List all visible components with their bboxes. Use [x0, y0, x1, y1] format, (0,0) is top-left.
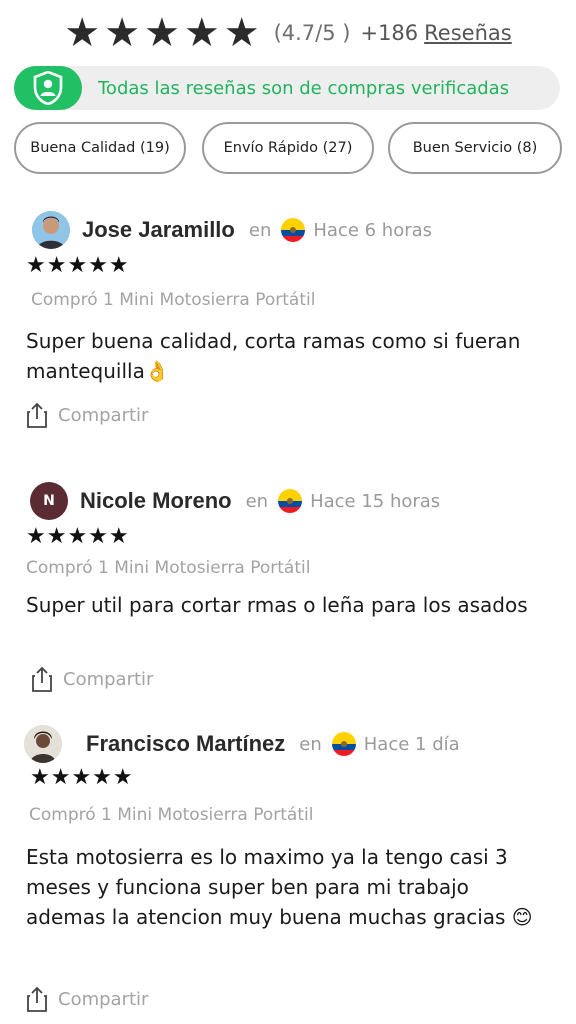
review-time: Hace 1 día: [363, 733, 460, 755]
review-text: Super util para cortar rmas o leña para …: [26, 593, 528, 617]
share-label: Compartir: [63, 668, 154, 690]
verified-purchases-banner: Todas las reseñas son de compras verific…: [14, 66, 560, 110]
review-text: Esta motosierra es lo maximo ya la tengo…: [26, 845, 533, 929]
filter-chip-envio-rapido[interactable]: Envío Rápido (27): [202, 122, 374, 174]
ecuador-flag-icon: [278, 489, 303, 513]
review-header: Jose Jaramillo en Hace 6 horas: [32, 211, 432, 249]
review-stars: ★★★★★: [26, 253, 130, 278]
review-card: N Nicole Moreno en Hace 15 horas ★★★★★ C…: [0, 478, 576, 698]
review-time: Hace 6 horas: [313, 219, 433, 241]
reviewer-name: Francisco Martínez: [86, 731, 286, 756]
share-label: Compartir: [58, 988, 149, 1010]
review-text: Super buena calidad, corta ramas como si…: [26, 329, 521, 383]
share-button[interactable]: Compartir: [26, 986, 148, 1012]
verified-text: Todas las reseñas son de compras verific…: [98, 77, 510, 99]
reviewer-name: Jose Jaramillo: [82, 217, 235, 242]
rating-score: (4.7/5 ): [273, 21, 351, 45]
ecuador-flag-icon: [331, 732, 356, 756]
review-product: Compró 1 Mini Motosierra Portátil: [29, 805, 314, 825]
share-icon: [27, 986, 47, 1012]
review-product: Compró 1 Mini Motosierra Portátil: [31, 290, 316, 310]
share-label: Compartir: [58, 404, 149, 426]
review-time: Hace 15 horas: [310, 490, 441, 512]
share-icon: [27, 402, 47, 428]
review-stars: ★★★★★: [26, 524, 130, 549]
review-count: +186: [360, 21, 419, 45]
share-button[interactable]: Compartir: [26, 402, 148, 428]
rating-stars: ★★★★★: [64, 10, 264, 56]
filter-chips: Buena Calidad (19) Envío Rápido (27) Bue…: [14, 122, 562, 174]
review-en-label: en: [299, 733, 322, 755]
review-card: Francisco Martínez en Hace 1 día ★★★★★ C…: [0, 722, 576, 1018]
avatar: [32, 211, 70, 249]
avatar: [24, 725, 62, 763]
rating-summary: ★★★★★ (4.7/5 ) +186 Reseñas: [0, 10, 576, 56]
filter-chip-buen-servicio[interactable]: Buen Servicio (8): [388, 122, 562, 174]
reviews-link[interactable]: Reseñas: [424, 21, 512, 45]
shield-user-icon: [14, 66, 82, 110]
review-header: N Nicole Moreno en Hace 15 horas: [30, 482, 440, 520]
share-icon: [32, 666, 52, 692]
review-product: Compró 1 Mini Motosierra Portátil: [26, 558, 311, 578]
avatar: N: [30, 482, 68, 520]
share-button[interactable]: Compartir: [31, 666, 153, 692]
review-header: Francisco Martínez en Hace 1 día: [24, 725, 460, 763]
avatar-initial: N: [43, 493, 55, 509]
review-en-label: en: [248, 219, 272, 241]
review-card: Jose Jaramillo en Hace 6 horas ★★★★★ Com…: [0, 208, 576, 438]
reviewer-name: Nicole Moreno: [80, 488, 232, 513]
ecuador-flag-icon: [281, 218, 306, 242]
filter-chip-buena-calidad[interactable]: Buena Calidad (19): [14, 122, 186, 174]
review-stars: ★★★★★: [30, 765, 134, 790]
review-en-label: en: [245, 490, 269, 512]
